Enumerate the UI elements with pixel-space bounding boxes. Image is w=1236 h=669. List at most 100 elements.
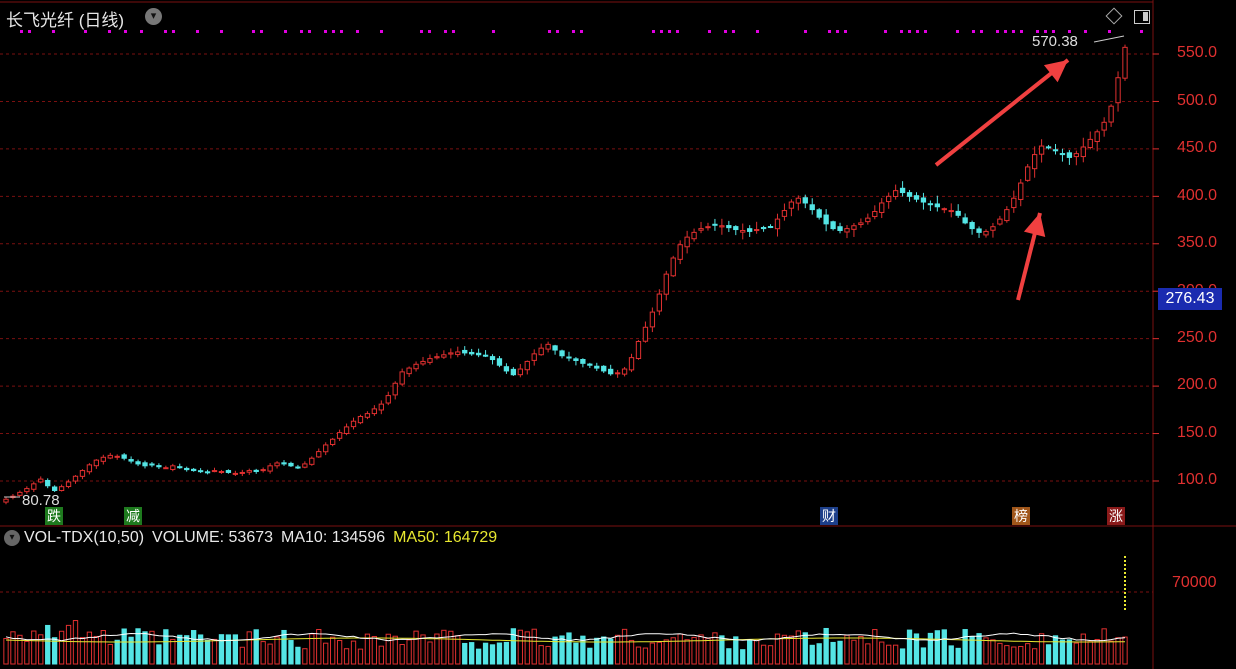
volume-label: VOLUME: 53673 <box>152 529 273 546</box>
y-tick-550: 550.0 <box>1177 44 1218 61</box>
candle-body <box>218 471 225 474</box>
volume-bar <box>31 630 37 665</box>
y-tick-250: 250.0 <box>1177 329 1218 346</box>
event-badge-finance[interactable]: 财 <box>820 507 838 525</box>
volume-bar <box>149 630 155 665</box>
candle-body <box>1018 182 1024 200</box>
marker-dot <box>908 30 911 33</box>
candle-body <box>1101 121 1107 131</box>
volume-bar <box>656 641 662 665</box>
volume-bar <box>844 634 850 665</box>
y-tick-450: 450.0 <box>1177 139 1218 156</box>
y-tick-400: 400.0 <box>1177 187 1218 204</box>
candle-body <box>865 217 871 223</box>
volume-bar <box>1025 643 1031 665</box>
marker-dot <box>108 30 111 33</box>
volume-bar <box>330 636 336 665</box>
candle-body <box>420 360 426 365</box>
marker-dot <box>452 30 455 33</box>
candle-body <box>364 413 371 418</box>
volume-bar <box>976 633 982 665</box>
candle-body <box>302 463 308 468</box>
marker-dot <box>420 30 423 33</box>
volume-bar <box>1038 633 1045 665</box>
candle-body <box>455 351 461 356</box>
volume-bar <box>816 643 822 665</box>
volume-bar <box>642 647 649 665</box>
event-badge-reduce[interactable]: 减 <box>124 507 142 525</box>
candle-body <box>107 454 113 459</box>
marker-dot <box>708 30 711 33</box>
volume-bar <box>948 645 954 665</box>
candle-body <box>191 468 197 472</box>
marker-dot <box>1004 30 1007 33</box>
candle-body <box>816 209 822 218</box>
candle-body <box>628 357 635 371</box>
volume-bar <box>649 642 656 665</box>
annotation-arrow-lower-head <box>1023 213 1046 238</box>
volume-bar <box>128 636 134 665</box>
candle-body <box>1011 197 1017 209</box>
volume-bar <box>726 648 732 665</box>
volume-bar <box>371 636 378 665</box>
chevron-down-icon[interactable]: ▾ <box>4 529 20 546</box>
volume-bar <box>288 640 294 665</box>
ma10-value: 134596 <box>331 529 386 546</box>
marker-dot <box>492 30 495 33</box>
candle-body <box>1052 149 1059 152</box>
volume-bar <box>573 642 579 665</box>
event-badge-ranking[interactable]: 榜 <box>1012 507 1030 525</box>
volume-bar <box>830 641 836 665</box>
volume-bar <box>406 639 412 665</box>
candle-body <box>1108 105 1114 123</box>
ma10-label-text: MA10: <box>281 529 328 546</box>
volume-bar <box>886 644 892 665</box>
volume-bar <box>177 634 183 665</box>
marker-dot <box>260 30 263 33</box>
volume-bar <box>336 640 343 665</box>
volume-bar <box>225 634 232 665</box>
volume-bar <box>218 634 225 665</box>
candle-body <box>330 438 336 445</box>
candle-body <box>427 358 433 363</box>
candle-body <box>733 226 739 231</box>
volume-bar <box>608 638 614 665</box>
candle-body <box>149 463 155 466</box>
candle-body <box>1031 154 1038 170</box>
indicator-name[interactable]: VOL-TDX(10,50) <box>24 529 144 546</box>
volume-bar <box>621 628 628 665</box>
marker-dot <box>196 30 199 33</box>
volume-bar <box>760 644 767 665</box>
ma10-label: MA10: 134596 <box>281 529 385 546</box>
candle-body <box>913 195 920 200</box>
peak-price-label: 570.38 <box>1032 33 1078 50</box>
volume-bar <box>496 642 503 665</box>
volume-bar <box>184 635 190 665</box>
marker-dot <box>676 30 679 33</box>
marker-dot <box>828 30 831 33</box>
candle-body <box>288 462 294 467</box>
volume-indicator-header: ▾ VOL-TDX(10,50) VOLUME: 53673 MA10: 134596… <box>4 529 497 547</box>
volume-bar <box>927 632 934 665</box>
volume-bar <box>997 642 1003 665</box>
candle-body <box>955 210 961 216</box>
marker-dot <box>340 30 343 33</box>
candle-body <box>1004 209 1010 222</box>
volume-bar <box>753 639 760 665</box>
volume-bar <box>72 620 79 665</box>
candle-body <box>239 471 245 474</box>
candle-body <box>31 483 37 490</box>
marker-dot <box>724 30 727 33</box>
candle-body <box>642 326 649 342</box>
volume-bar <box>767 645 774 665</box>
event-badge-fall[interactable]: 跌 <box>45 507 63 525</box>
peak-pointer <box>1093 35 1125 43</box>
marker-dot <box>556 30 559 33</box>
y-tick-500: 500.0 <box>1177 92 1218 109</box>
volume-bar <box>267 643 273 665</box>
volume-bar <box>3 638 9 665</box>
event-badge-rise[interactable]: 涨 <box>1107 507 1125 525</box>
volume-bar <box>211 638 218 665</box>
volume-bar <box>1052 635 1059 665</box>
candle-body <box>608 368 614 375</box>
